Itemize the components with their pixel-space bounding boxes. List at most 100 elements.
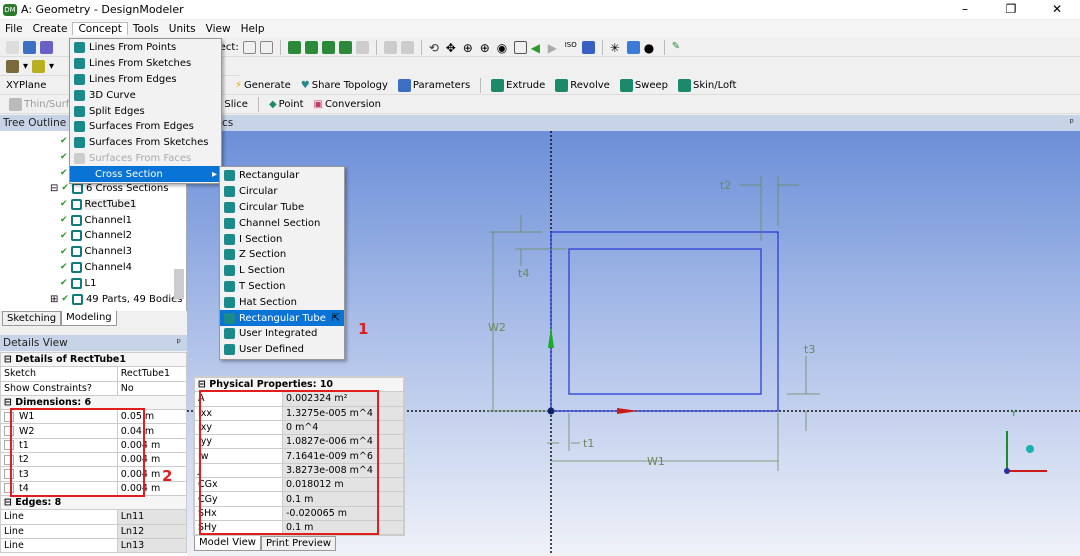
detail-row[interactable]: Line Ln11 xyxy=(0,509,188,525)
menu-item-3d-curve[interactable]: 3D Curve xyxy=(70,87,221,103)
menu-item-z-section[interactable]: Z Section xyxy=(220,247,344,263)
collapse-icon[interactable]: ⊟ xyxy=(50,183,58,194)
tab-model-view[interactable]: Model View xyxy=(194,536,261,551)
display-plane-icon[interactable] xyxy=(581,40,595,54)
menu-tools[interactable]: Tools xyxy=(128,23,164,35)
zoom-icon[interactable]: ⊕ xyxy=(463,41,476,55)
tree-scrollbar[interactable] xyxy=(174,269,184,299)
dim-t4[interactable]: t4 xyxy=(518,267,529,280)
iso-icon[interactable]: ISO xyxy=(565,41,578,54)
group-row[interactable]: ⊟ Details of RectTube1 xyxy=(0,351,187,368)
extend-icon[interactable] xyxy=(383,40,397,54)
zoom-in-icon[interactable]: ⊕ xyxy=(480,41,493,55)
select-edge-icon[interactable] xyxy=(304,40,318,54)
select-point-icon[interactable] xyxy=(242,40,256,54)
display-model-icon[interactable] xyxy=(626,40,640,54)
menu-item-surfaces-from-sketches[interactable]: Surfaces From Sketches xyxy=(70,135,221,151)
pan-icon[interactable]: ✥ xyxy=(446,41,459,55)
display-point-icon[interactable]: ● xyxy=(644,41,657,55)
face-color-icon[interactable] xyxy=(6,59,19,73)
menu-item-channel-section[interactable]: Channel Section xyxy=(220,215,344,231)
menu-item-user-integrated[interactable]: User Integrated xyxy=(220,326,344,342)
menu-help[interactable]: Help xyxy=(236,23,270,35)
zoom-box-icon[interactable]: ◉ xyxy=(497,41,510,55)
parameters-button[interactable]: Parameters xyxy=(395,78,473,92)
menu-concept[interactable]: Concept xyxy=(72,22,128,35)
collapse-icon[interactable]: ⊟ xyxy=(4,397,15,408)
save-as-icon[interactable] xyxy=(40,40,53,54)
menu-item-t-section[interactable]: T Section xyxy=(220,279,344,295)
box-select-icon[interactable] xyxy=(355,40,369,54)
menu-item-l-section[interactable]: L Section xyxy=(220,263,344,279)
slice-button[interactable]: Slice xyxy=(221,99,251,110)
skin-loft-button[interactable]: Skin/Loft xyxy=(675,78,739,92)
show-vertices-icon[interactable]: ✳ xyxy=(610,41,623,55)
dim-t2[interactable]: t2 xyxy=(720,179,731,192)
dim-t1[interactable]: t1 xyxy=(583,437,594,450)
dim-w2[interactable]: W2 xyxy=(488,321,506,334)
save-icon[interactable] xyxy=(23,40,36,54)
close-button[interactable]: ✕ xyxy=(1034,0,1080,18)
rotate-icon[interactable]: ⟲ xyxy=(429,41,442,55)
menu-item-surfaces-from-edges[interactable]: Surfaces From Edges xyxy=(70,119,221,135)
conversion-button[interactable]: ▣ Conversion xyxy=(311,99,385,110)
menu-item-cross-section[interactable]: Cross Section ▸ xyxy=(70,166,221,183)
previous-view-icon[interactable]: ◀ xyxy=(531,41,544,55)
menu-item-lines-from-points[interactable]: Lines From Points xyxy=(70,40,221,56)
new-icon[interactable] xyxy=(6,40,19,54)
tree-item[interactable]: ✔ Channel2 xyxy=(60,228,132,244)
menu-item-surfaces-from-faces[interactable]: Surfaces From Faces xyxy=(70,151,221,167)
body-color-icon[interactable] xyxy=(32,59,46,73)
collapse-icon[interactable]: ⊟ xyxy=(4,497,15,508)
detail-row[interactable]: Sketch RectTube1 xyxy=(0,366,188,382)
pin-icon[interactable]: ᵖ xyxy=(177,335,182,351)
revolve-button[interactable]: Revolve xyxy=(552,78,613,92)
tree-item[interactable]: ✔ Channel4 xyxy=(60,259,132,275)
select-vertex-icon[interactable] xyxy=(338,40,352,54)
menu-item-lines-from-edges[interactable]: Lines From Edges xyxy=(70,72,221,88)
menu-item-circular[interactable]: Circular xyxy=(220,184,344,200)
next-view-icon[interactable]: ▶ xyxy=(548,41,561,55)
collapse-icon[interactable]: ⊟ xyxy=(4,354,15,365)
sweep-button[interactable]: Sweep xyxy=(617,78,671,92)
menu-file[interactable]: File xyxy=(0,23,28,35)
menu-create[interactable]: Create xyxy=(28,23,73,35)
menu-units[interactable]: Units xyxy=(164,23,201,35)
dim-t3[interactable]: t3 xyxy=(804,343,815,356)
share-topology-button[interactable]: ♥ Share Topology xyxy=(298,80,391,91)
detail-row[interactable]: Line Ln12 xyxy=(0,523,188,539)
maximize-button[interactable]: ❐ xyxy=(988,0,1034,18)
collapse-icon[interactable]: ⊟ xyxy=(198,379,209,390)
pin-icon[interactable]: ᵖ xyxy=(1070,115,1075,131)
menu-item-user-defined[interactable]: User Defined xyxy=(220,342,344,358)
tab-print-preview[interactable]: Print Preview xyxy=(260,536,337,551)
extrude-button[interactable]: Extrude xyxy=(488,78,548,92)
tree-item[interactable]: ✔ L1 xyxy=(60,275,96,291)
menu-item-rectangular-tube[interactable]: Rectangular Tube ⇱ xyxy=(220,310,344,326)
tab-sketching[interactable]: Sketching xyxy=(2,311,62,326)
group-row[interactable]: ⊟ Edges: 8 xyxy=(0,494,187,511)
tab-modeling[interactable]: Modeling xyxy=(61,311,117,326)
tree-item[interactable]: ✔ RectTube1 xyxy=(60,196,137,212)
select-body-icon[interactable] xyxy=(321,40,335,54)
zoom-fit-icon[interactable] xyxy=(513,40,527,54)
thin-surface-button[interactable]: Thin/Surfa xyxy=(6,97,78,111)
minimize-button[interactable]: – xyxy=(942,0,988,18)
extend2-icon[interactable] xyxy=(400,40,414,54)
select-mode-icon[interactable] xyxy=(259,40,273,54)
select-face-icon[interactable] xyxy=(287,40,301,54)
menu-item-hat-section[interactable]: Hat Section xyxy=(220,294,344,310)
expand-icon[interactable]: ⊞ xyxy=(50,294,58,305)
tree-item[interactable]: ✔ Channel3 xyxy=(60,244,132,260)
dim-w1[interactable]: W1 xyxy=(647,455,665,468)
menu-item-i-section[interactable]: I Section xyxy=(220,231,344,247)
menu-item-circular-tube[interactable]: Circular Tube xyxy=(220,200,344,216)
tree-item[interactable]: ✔ Channel1 xyxy=(60,212,132,228)
tree-item[interactable]: ⊞ ✔ 49 Parts, 49 Bodies xyxy=(50,291,183,307)
menu-view[interactable]: View xyxy=(201,23,236,35)
menu-item-rectangular[interactable]: Rectangular xyxy=(220,168,344,184)
generate-button[interactable]: ⚡ Generate xyxy=(232,80,294,91)
point-button[interactable]: ◆ Point xyxy=(266,99,307,110)
plane-select[interactable]: XYPlane xyxy=(6,80,66,91)
menu-item-lines-from-sketches[interactable]: Lines From Sketches xyxy=(70,56,221,72)
